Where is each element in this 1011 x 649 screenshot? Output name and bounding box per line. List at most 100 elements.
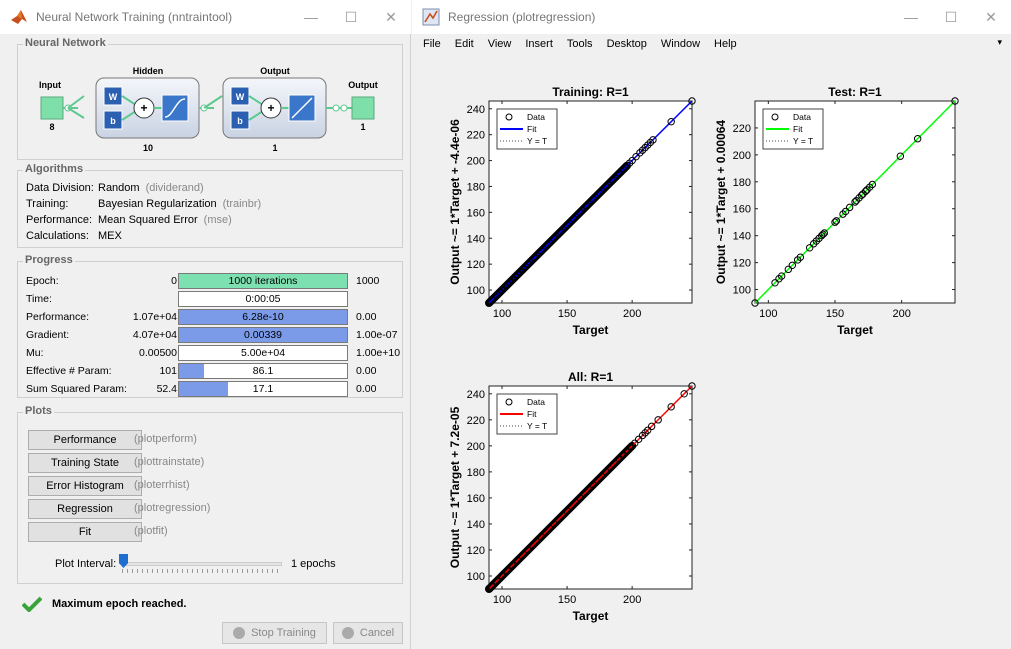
plotregression-titlebar[interactable]: Regression (plotregression) — ☐ ✕ <box>412 0 1011 34</box>
stop-icon <box>233 627 246 639</box>
y-tick-label: 160 <box>733 204 751 216</box>
algorithm-function: (trainbr) <box>222 198 262 210</box>
close-button[interactable]: ✕ <box>371 0 411 34</box>
progress-current-value: 0.00339 <box>244 329 282 341</box>
output-block <box>351 96 375 120</box>
plot-interval-label: Plot Interval: <box>55 558 117 570</box>
legend-label: Fit <box>527 124 537 134</box>
hidden-label: Hidden <box>133 66 164 76</box>
menu-window[interactable]: Window <box>661 38 700 50</box>
progress-start-value: 101 <box>159 365 177 377</box>
chart-title: Test: R=1 <box>828 85 882 99</box>
y-tick-label: 140 <box>467 233 485 245</box>
y-axis-label: Output ~= 1*Target + 0.00064 <box>714 120 728 285</box>
y-tick-label: 220 <box>467 130 485 142</box>
x-tick-label: 200 <box>892 308 910 320</box>
plot-function-label: (plotregression) <box>134 502 211 514</box>
legend-label: Fit <box>793 124 803 134</box>
progress-target-value: 0.00 <box>356 311 377 323</box>
status-bar: Maximum epoch reached. <box>22 596 187 612</box>
performance-plot-button[interactable]: Performance <box>28 430 142 450</box>
training-state-plot-button[interactable]: Training State <box>28 453 142 473</box>
regression-chart: Training: R=1 100 150 200 100 120 140 160 180 200… <box>448 85 696 337</box>
y-tick-label: 160 <box>467 493 485 505</box>
progress-row-sum-squared-param: Sum Squared Param: 52.4 17.1 0.00 <box>18 381 404 398</box>
progress-label: Epoch: <box>26 275 59 287</box>
menu-desktop[interactable]: Desktop <box>607 38 647 50</box>
y-tick-label: 100 <box>733 285 751 297</box>
regression-plot-button[interactable]: Regression <box>28 499 142 519</box>
legend-label: Fit <box>527 409 537 419</box>
menu-edit[interactable]: Edit <box>455 38 474 50</box>
hidden-size: 10 <box>143 143 153 153</box>
y-tick-label: 160 <box>467 207 485 219</box>
algorithm-row-data-division: Data Division: Random (dividerand) <box>26 182 204 196</box>
menu-tools[interactable]: Tools <box>567 38 593 50</box>
x-axis-label: Target <box>837 323 873 337</box>
progress-start-value: 0.00500 <box>139 347 177 359</box>
y-tick-label: 100 <box>467 285 485 297</box>
x-tick-label: 100 <box>493 308 511 320</box>
plot-interval-slider[interactable] <box>122 562 282 566</box>
toolbar-toggle-icon[interactable]: ▾ <box>997 37 1002 48</box>
algorithm-row-performance: Performance: Mean Squared Error (mse) <box>26 214 232 228</box>
nntraintool-window: Neural Network Training (nntraintool) — … <box>0 0 411 649</box>
menu-insert[interactable]: Insert <box>525 38 553 50</box>
figure-icon <box>422 8 440 26</box>
algorithms-heading: Algorithms <box>23 163 86 175</box>
progress-current-value: 1000 iterations <box>228 275 298 287</box>
algorithm-key: Training: <box>26 198 69 210</box>
x-tick-label: 150 <box>826 308 844 320</box>
plots-heading: Plots <box>23 405 54 417</box>
legend-label: Y = T <box>527 136 547 146</box>
progress-current-value: 5.00e+04 <box>240 347 286 359</box>
stop-training-label: Stop Training <box>251 627 316 639</box>
error-histogram-plot-button[interactable]: Error Histogram <box>28 476 142 496</box>
algorithm-function: (dividerand) <box>145 182 204 194</box>
progress-row-gradient: Gradient: 4.07e+04 0.00339 1.00e-07 <box>18 327 404 344</box>
progress-bar: 5.00e+04 <box>178 345 348 361</box>
minimize-button[interactable]: — <box>891 0 931 34</box>
progress-bar: 17.1 <box>178 381 348 397</box>
slider-ticks <box>122 569 282 573</box>
y-tick-label: 180 <box>467 467 485 479</box>
close-button[interactable]: ✕ <box>971 0 1011 34</box>
menu-view[interactable]: View <box>488 38 512 50</box>
stop-training-button[interactable]: Stop Training <box>222 622 327 644</box>
cancel-button[interactable]: Cancel <box>333 622 403 644</box>
y-tick-label: 120 <box>733 258 751 270</box>
x-tick-label: 150 <box>558 308 576 320</box>
progress-label: Performance: <box>26 311 90 323</box>
progress-start-value: 4.07e+04 <box>132 329 177 341</box>
plot-interval-value: 1 epochs <box>291 558 336 570</box>
progress-bar: 86.1 <box>178 363 348 379</box>
algorithm-function: (mse) <box>203 214 232 226</box>
x-tick-label: 100 <box>493 594 511 606</box>
plot-function-label: (plottrainstate) <box>134 456 205 468</box>
progress-row-time: Time: 0:00:05 <box>18 291 404 308</box>
progress-label: Mu: <box>26 347 44 359</box>
progress-target-value: 1000 <box>356 275 380 287</box>
y-tick-label: 180 <box>733 177 751 189</box>
algorithms-panel: Algorithms Data Division: Random (divide… <box>17 163 403 248</box>
svg-text:b: b <box>237 116 243 126</box>
algorithm-key: Performance: <box>26 214 93 226</box>
maximize-button[interactable]: ☐ <box>931 0 971 34</box>
progress-target-value: 0.00 <box>356 365 377 377</box>
maximize-button[interactable]: ☐ <box>331 0 371 34</box>
minimize-button[interactable]: — <box>291 0 331 34</box>
y-tick-label: 200 <box>733 150 751 162</box>
legend-label: Data <box>793 112 811 122</box>
progress-target-value: 1.00e-07 <box>356 329 398 341</box>
svg-text:+: + <box>267 101 274 115</box>
y-tick-label: 220 <box>733 123 751 135</box>
nntraintool-titlebar[interactable]: Neural Network Training (nntraintool) — … <box>0 0 411 34</box>
fit-plot-button[interactable]: Fit <box>28 522 142 542</box>
svg-text:b: b <box>110 116 116 126</box>
y-tick-label: 140 <box>467 519 485 531</box>
menu-file[interactable]: File <box>423 38 441 50</box>
algorithm-value: Mean Squared Error <box>98 214 198 226</box>
neural-network-panel: Neural Network Input 8 Hidden W b + 10 O… <box>17 37 403 160</box>
progress-target-value: 1.00e+10 <box>356 347 401 359</box>
menu-help[interactable]: Help <box>714 38 737 50</box>
